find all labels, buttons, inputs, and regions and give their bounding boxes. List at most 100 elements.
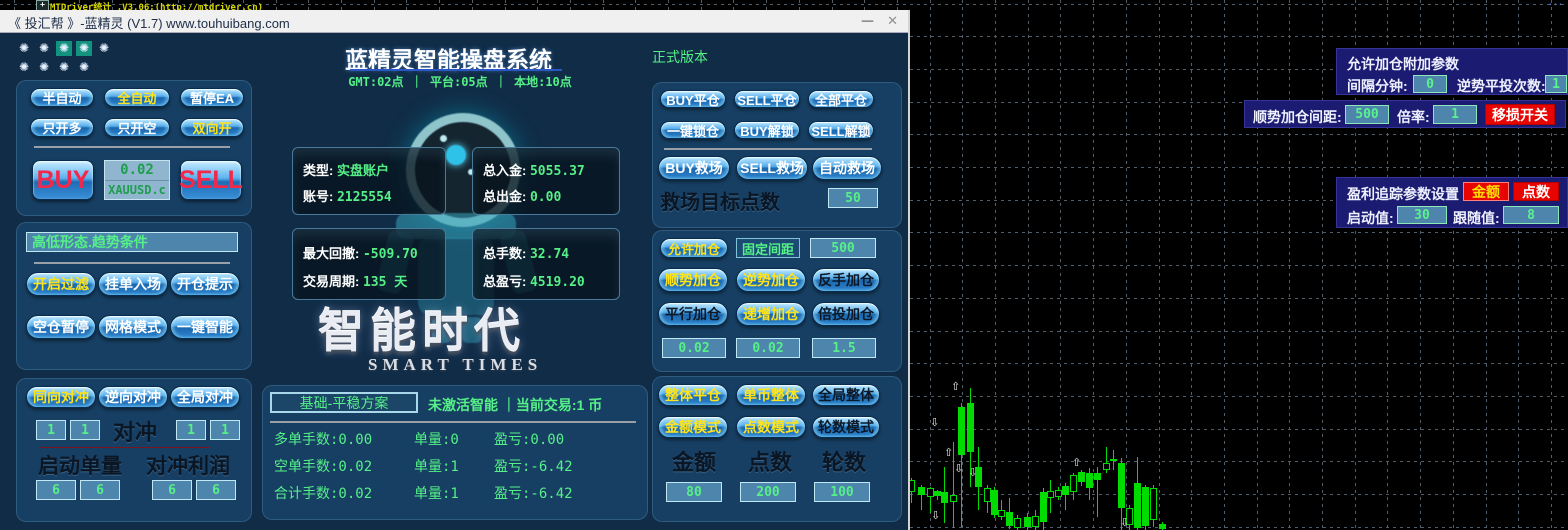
same-dir-hedge-button[interactable]: 同向对冲 <box>26 386 96 408</box>
mode-short-only-button[interactable]: 只开空 <box>104 118 170 137</box>
plan-selector[interactable]: 基础-平稳方案 <box>270 392 418 413</box>
hedge-input-4[interactable]: 1 <box>210 420 240 440</box>
candle-body <box>1094 473 1101 480</box>
counter-addpos-button[interactable]: 逆势加仓 <box>736 268 806 292</box>
follow-value-input[interactable]: 8 <box>1503 206 1559 224</box>
whole-close-button[interactable]: 整体平仓 <box>658 384 728 406</box>
global-hedge-button[interactable]: 全局对冲 <box>170 386 240 408</box>
mode-long-only-button[interactable]: 只开多 <box>30 118 94 137</box>
addpos-multiplier-input[interactable]: 1.5 <box>812 338 876 358</box>
window-titlebar[interactable]: 《 投汇帮 》-蓝精灵 (V1.7) www.touhuibang.com — … <box>0 10 908 33</box>
filter-condition-field[interactable]: 高低形态.趋势条件 <box>26 232 238 252</box>
trend-gap-input[interactable]: 500 <box>1345 105 1389 124</box>
rounds-input[interactable]: 100 <box>814 482 870 502</box>
grid-mode-button[interactable]: 网格模式 <box>98 315 168 339</box>
candle-body <box>1024 517 1031 527</box>
candle-body <box>958 407 965 455</box>
mode-semi-auto-button[interactable]: 半自动 <box>30 88 94 107</box>
panel-profit-tracking: 盈利追踪参数设置 金额 点数 启动值: 30 跟随值: 8 <box>1336 177 1568 228</box>
start-value-input[interactable]: 30 <box>1397 206 1447 224</box>
interval-minutes-input[interactable]: 0 <box>1413 75 1447 93</box>
hedge-profit-label: 对冲利润 <box>146 455 230 478</box>
counter-trend-count-input[interactable]: 1 <box>1545 75 1567 93</box>
gap-input[interactable]: 500 <box>810 238 876 258</box>
candle-body <box>927 488 934 497</box>
mode-pause-ea-button[interactable]: 暂停EA <box>180 88 244 107</box>
one-key-smart-button[interactable]: 一键智能 <box>170 315 240 339</box>
auto-rescue-button[interactable]: 自动救场 <box>812 156 882 180</box>
candle-body <box>950 495 957 502</box>
open-alert-button[interactable]: 开仓提示 <box>170 272 240 296</box>
account-type-value: 实盘账户 <box>336 164 389 179</box>
allow-addpos-button[interactable]: 允许加仓 <box>660 238 728 258</box>
short-count-cell: 单量:1 <box>414 459 459 475</box>
pending-entry-button[interactable]: 挂单入场 <box>98 272 168 296</box>
divider <box>34 262 230 264</box>
rounds-label: 轮数 <box>822 450 867 475</box>
flip-addpos-button[interactable]: 反手加仓 <box>812 268 880 292</box>
single-symbol-whole-button[interactable]: 单币整体 <box>736 384 806 406</box>
short-lots-cell: 空单手数:0.02 <box>274 459 373 475</box>
increment-addpos-button[interactable]: 递增加仓 <box>736 302 806 326</box>
hedge-input-3[interactable]: 1 <box>176 420 206 440</box>
multiplier-label: 倍率: <box>1397 109 1430 125</box>
total-lots-cell: 合计手数:0.02 <box>274 486 373 502</box>
minimize-button[interactable]: — <box>861 14 874 29</box>
rounds-mode-pill[interactable]: 轮数模式 <box>812 416 880 438</box>
start-lot-input-1[interactable]: 6 <box>36 480 76 500</box>
flat-pause-button[interactable]: 空仓暂停 <box>26 315 96 339</box>
trend-addpos-button[interactable]: 顺势加仓 <box>658 268 728 292</box>
symbol-value: XAUUSD.c <box>108 183 166 197</box>
mode-full-auto-button[interactable]: 全自动 <box>104 88 170 107</box>
amount-mode-button[interactable]: 金额 <box>1463 182 1509 201</box>
start-lot-input-2[interactable]: 6 <box>80 480 120 500</box>
sell-unlock-button[interactable]: SELL解锁 <box>808 121 874 139</box>
lot-value: 0.02 <box>105 161 169 181</box>
move-stop-switch-button[interactable]: 移损开关 <box>1485 104 1555 125</box>
hedge-profit-input-2[interactable]: 6 <box>196 480 236 500</box>
global-whole-button[interactable]: 全局整体 <box>812 384 880 406</box>
hedge-input-2[interactable]: 1 <box>70 420 100 440</box>
amount-mode-pill[interactable]: 金额模式 <box>658 416 728 438</box>
parallel-addpos-button[interactable]: 平行加仓 <box>658 302 728 326</box>
mode-both-ways-button[interactable]: 双向开 <box>180 118 244 137</box>
gear-icon-active: ✺ <box>76 41 92 56</box>
candle-body <box>1055 490 1062 497</box>
multiplier-input[interactable]: 1 <box>1433 105 1477 124</box>
hedge-input-1[interactable]: 1 <box>36 420 66 440</box>
points-input[interactable]: 200 <box>740 482 796 502</box>
rescue-points-input[interactable]: 50 <box>828 188 878 208</box>
panel-addpos-extra-params: 允许加仓附加参数 间隔分钟: 0 逆势平投次数: 1 <box>1336 48 1568 95</box>
total-lots-value: 32.74 <box>529 247 570 262</box>
trade-arrow-up-icon: ⇧ <box>1072 456 1082 469</box>
sell-rescue-button[interactable]: SELL救场 <box>736 156 808 180</box>
one-key-lock-button[interactable]: 一键锁仓 <box>660 121 726 139</box>
follow-value-label: 跟随值: <box>1453 210 1500 226</box>
filter-on-button[interactable]: 开启过滤 <box>26 272 96 296</box>
candle-body <box>1103 463 1110 470</box>
red-divider <box>40 447 210 448</box>
hedge-profit-input-1[interactable]: 6 <box>152 480 192 500</box>
lot-symbol-display[interactable]: 0.02 XAUUSD.c <box>104 160 170 200</box>
buy-rescue-button[interactable]: BUY救场 <box>658 156 730 180</box>
hedge-label: 对冲 <box>113 420 158 445</box>
sell-close-button[interactable]: SELL平仓 <box>734 90 800 108</box>
points-mode-button[interactable]: 点数 <box>1513 182 1559 201</box>
reverse-hedge-button[interactable]: 逆向对冲 <box>98 386 168 408</box>
buy-button[interactable]: BUY <box>32 160 94 200</box>
close-all-button[interactable]: 全部平仓 <box>808 90 874 108</box>
gear-icon: ✺ <box>18 41 30 55</box>
points-mode-pill[interactable]: 点数模式 <box>736 416 806 438</box>
addpos-lot-input-1[interactable]: 0.02 <box>662 338 726 358</box>
amount-input[interactable]: 80 <box>666 482 722 502</box>
interval-minutes-label: 间隔分钟: <box>1347 78 1408 94</box>
buy-unlock-button[interactable]: BUY解锁 <box>734 121 800 139</box>
sell-button[interactable]: SELL <box>179 160 243 200</box>
martingale-addpos-button[interactable]: 倍投加仓 <box>812 302 880 326</box>
buy-close-button[interactable]: BUY平仓 <box>660 90 726 108</box>
fixed-gap-box[interactable]: 固定间距 <box>736 238 800 258</box>
close-button[interactable]: ✕ <box>887 14 898 29</box>
divider <box>664 148 872 150</box>
ea-window: 《 投汇帮 》-蓝精灵 (V1.7) www.touhuibang.com — … <box>0 10 910 530</box>
addpos-lot-input-2[interactable]: 0.02 <box>736 338 800 358</box>
